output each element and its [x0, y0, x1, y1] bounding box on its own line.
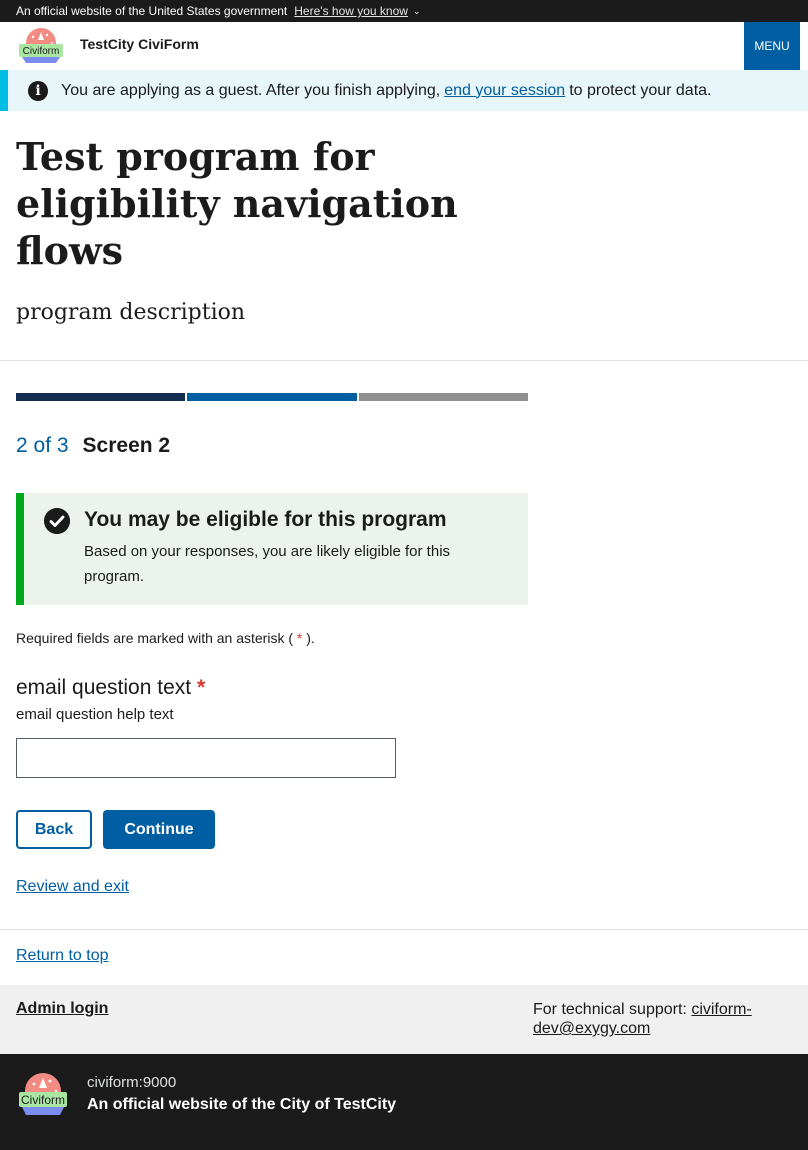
- footer-official-text: An official website of the City of TestC…: [87, 1096, 397, 1113]
- chevron-down-icon[interactable]: ⌄: [413, 6, 421, 17]
- menu-button[interactable]: MENU: [744, 22, 800, 70]
- screen-title: Screen 2: [82, 434, 171, 457]
- review-and-exit-link[interactable]: Review and exit: [16, 878, 129, 896]
- program-title: Test program for eligibility navigation …: [16, 134, 458, 273]
- email-question-label: email question text *: [16, 676, 205, 700]
- step-heading: 2 of 3 Screen 2: [16, 434, 170, 458]
- divider: [0, 360, 808, 361]
- progress-segment-incomplete: [358, 393, 528, 401]
- guest-alert-text-end: to protect your data.: [569, 81, 712, 99]
- support-info: For technical support: civiform-dev@exyg…: [533, 1000, 783, 1038]
- question-label-text: email question text: [16, 676, 192, 699]
- divider: [0, 929, 808, 930]
- gov-banner: An official website of the United States…: [0, 0, 808, 22]
- end-session-link[interactable]: end your session: [444, 82, 565, 100]
- return-to-top-link[interactable]: Return to top: [16, 947, 109, 965]
- support-label: For technical support:: [533, 1001, 687, 1018]
- footer-logo-text: Civiform: [21, 1093, 65, 1107]
- gov-banner-text: An official website of the United States…: [16, 4, 288, 18]
- progress-segment-complete: [16, 393, 186, 401]
- email-input[interactable]: [16, 738, 396, 778]
- logo-text: Civiform: [23, 46, 60, 57]
- footer-links: Admin login For technical support: civif…: [0, 985, 808, 1054]
- admin-login-link[interactable]: Admin login: [16, 1000, 108, 1018]
- guest-alert: i You are applying as a guest. After you…: [0, 70, 808, 111]
- info-icon: i: [28, 80, 48, 101]
- progress-bar: [16, 393, 528, 401]
- civiform-logo-icon[interactable]: Civiform: [16, 25, 66, 65]
- eligibility-alert: You may be eligible for this program Bas…: [16, 493, 528, 605]
- footer-host: civiform:9000: [87, 1074, 177, 1091]
- required-marker: *: [196, 676, 206, 699]
- required-asterisk: *: [296, 630, 303, 646]
- how-you-know-link[interactable]: Here's how you know: [294, 4, 408, 18]
- required-note-before: Required fields are marked with an aster…: [16, 630, 294, 646]
- back-button[interactable]: Back: [16, 810, 92, 849]
- footer-identifier: Civiform civiform:9000 An official websi…: [0, 1054, 808, 1150]
- progress-segment-current: [187, 393, 357, 401]
- required-note-after: ).: [306, 630, 315, 646]
- civiform-logo-icon: Civiform: [19, 1073, 67, 1115]
- check-circle-icon: [44, 508, 70, 534]
- guest-alert-text: You are applying as a guest. After you f…: [61, 81, 441, 99]
- question-help-text: email question help text: [16, 706, 174, 723]
- program-description: program description: [16, 300, 246, 325]
- continue-button[interactable]: Continue: [103, 810, 215, 849]
- eligibility-heading: You may be eligible for this program: [84, 508, 447, 531]
- eligibility-body: Based on your responses, you are likely …: [84, 543, 451, 585]
- site-header: Civiform TestCity CiviForm MENU: [0, 22, 808, 70]
- site-title[interactable]: TestCity CiviForm: [80, 36, 199, 52]
- step-count: 2 of 3: [16, 434, 69, 457]
- required-note: Required fields are marked with an aster…: [16, 630, 315, 646]
